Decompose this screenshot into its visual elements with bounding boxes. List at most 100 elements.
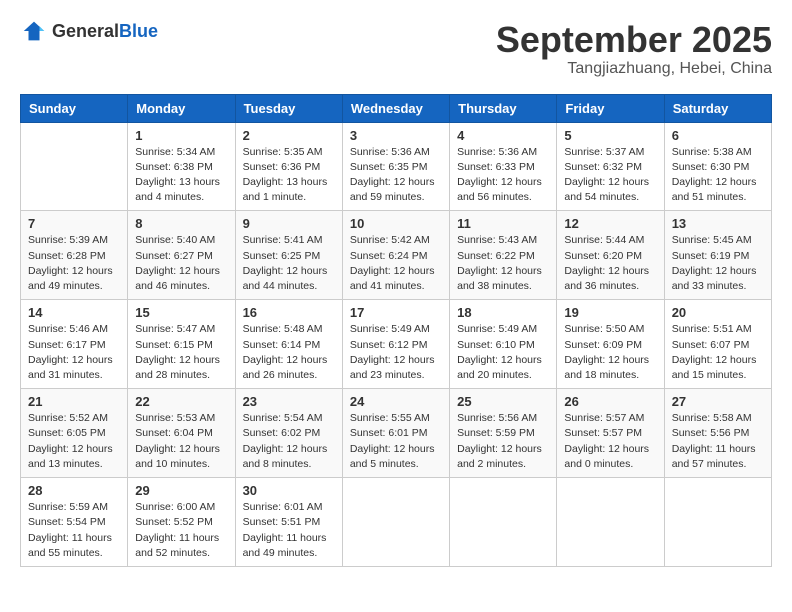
day-number: 8 — [135, 216, 227, 231]
day-info: Sunrise: 5:34 AMSunset: 6:38 PMDaylight:… — [135, 145, 227, 206]
header-row: Sunday Monday Tuesday Wednesday Thursday… — [21, 94, 772, 122]
day-number: 18 — [457, 305, 549, 320]
day-info: Sunrise: 5:49 AMSunset: 6:12 PMDaylight:… — [350, 322, 442, 383]
calendar-cell: 18 Sunrise: 5:49 AMSunset: 6:10 PMDayligh… — [450, 300, 557, 389]
month-title: September 2025 — [496, 20, 772, 60]
calendar-cell: 1 Sunrise: 5:34 AMSunset: 6:38 PMDaylight… — [128, 122, 235, 211]
calendar-cell: 4Sunrise: 5:36 AMSunset: 6:33 PMDaylight… — [450, 122, 557, 211]
day-info: Sunrise: 6:00 AMSunset: 5:52 PMDaylight:… — [135, 500, 227, 561]
day-number: 23 — [243, 394, 335, 409]
day-info: Sunrise: 6:01 AMSunset: 5:51 PMDaylight:… — [243, 500, 335, 561]
day-number: 1 — [135, 128, 227, 143]
day-number: 2 — [243, 128, 335, 143]
day-number: 17 — [350, 305, 442, 320]
day-number: 15 — [135, 305, 227, 320]
week-row-4: 21 Sunrise: 5:52 AMSunset: 6:05 PMDayligh… — [21, 389, 772, 478]
day-info: Sunrise: 5:38 AMSunset: 6:30 PMDaylight:… — [672, 145, 764, 206]
calendar-cell: 23 Sunrise: 5:54 AMSunset: 6:02 PMDayligh… — [235, 389, 342, 478]
day-info: Sunrise: 5:54 AMSunset: 6:02 PMDaylight:… — [243, 411, 335, 472]
calendar-cell — [557, 478, 664, 567]
calendar-cell: 25 Sunrise: 5:56 AMSunset: 5:59 PMDayligh… — [450, 389, 557, 478]
col-wednesday: Wednesday — [342, 94, 449, 122]
week-row-2: 7Sunrise: 5:39 AMSunset: 6:28 PMDaylight… — [21, 211, 772, 300]
col-thursday: Thursday — [450, 94, 557, 122]
col-monday: Monday — [128, 94, 235, 122]
calendar-cell: 12Sunrise: 5:44 AMSunset: 6:20 PMDayligh… — [557, 211, 664, 300]
calendar-cell: 5 Sunrise: 5:37 AMSunset: 6:32 PMDaylight… — [557, 122, 664, 211]
calendar-cell: 13 Sunrise: 5:45 AMSunset: 6:19 PMDayligh… — [664, 211, 771, 300]
week-row-1: 1 Sunrise: 5:34 AMSunset: 6:38 PMDaylight… — [21, 122, 772, 211]
header: General Blue September 2025 Tangjiazhuan… — [20, 20, 772, 78]
day-number: 16 — [243, 305, 335, 320]
calendar-cell: 21 Sunrise: 5:52 AMSunset: 6:05 PMDayligh… — [21, 389, 128, 478]
day-info: Sunrise: 5:46 AMSunset: 6:17 PMDaylight:… — [28, 322, 120, 383]
calendar-cell: 27 Sunrise: 5:58 AMSunset: 5:56 PMDayligh… — [664, 389, 771, 478]
logo-blue: Blue — [119, 22, 158, 40]
day-number: 5 — [564, 128, 656, 143]
day-info: Sunrise: 5:40 AMSunset: 6:27 PMDaylight:… — [135, 233, 227, 294]
day-number: 24 — [350, 394, 442, 409]
day-number: 22 — [135, 394, 227, 409]
day-number: 14 — [28, 305, 120, 320]
calendar-cell: 24 Sunrise: 5:55 AMSunset: 6:01 PMDayligh… — [342, 389, 449, 478]
day-info: Sunrise: 5:47 AMSunset: 6:15 PMDaylight:… — [135, 322, 227, 383]
day-number: 4 — [457, 128, 549, 143]
col-sunday: Sunday — [21, 94, 128, 122]
logo: General Blue — [20, 20, 158, 42]
calendar-cell: 6 Sunrise: 5:38 AMSunset: 6:30 PMDaylight… — [664, 122, 771, 211]
calendar-cell: 9Sunrise: 5:41 AMSunset: 6:25 PMDaylight… — [235, 211, 342, 300]
day-number: 28 — [28, 483, 120, 498]
day-number: 29 — [135, 483, 227, 498]
day-number: 3 — [350, 128, 442, 143]
calendar-cell — [450, 478, 557, 567]
logo-general: General — [52, 22, 119, 40]
day-info: Sunrise: 5:58 AMSunset: 5:56 PMDaylight:… — [672, 411, 764, 472]
logo-text: General Blue — [52, 22, 158, 40]
day-info: Sunrise: 5:56 AMSunset: 5:59 PMDaylight:… — [457, 411, 549, 472]
day-number: 30 — [243, 483, 335, 498]
day-info: Sunrise: 5:59 AMSunset: 5:54 PMDaylight:… — [28, 500, 120, 561]
day-info: Sunrise: 5:37 AMSunset: 6:32 PMDaylight:… — [564, 145, 656, 206]
calendar-cell: 8 Sunrise: 5:40 AMSunset: 6:27 PMDaylight… — [128, 211, 235, 300]
day-number: 26 — [564, 394, 656, 409]
day-number: 13 — [672, 216, 764, 231]
day-number: 6 — [672, 128, 764, 143]
day-info: Sunrise: 5:48 AMSunset: 6:14 PMDaylight:… — [243, 322, 335, 383]
calendar-cell: 17 Sunrise: 5:49 AMSunset: 6:12 PMDayligh… — [342, 300, 449, 389]
day-info: Sunrise: 5:42 AMSunset: 6:24 PMDaylight:… — [350, 233, 442, 294]
day-number: 20 — [672, 305, 764, 320]
day-info: Sunrise: 5:49 AMSunset: 6:10 PMDaylight:… — [457, 322, 549, 383]
location-title: Tangjiazhuang, Hebei, China — [496, 60, 772, 78]
day-info: Sunrise: 5:35 AMSunset: 6:36 PMDaylight:… — [243, 145, 335, 206]
calendar-cell: 26 Sunrise: 5:57 AMSunset: 5:57 PMDayligh… — [557, 389, 664, 478]
calendar-cell: 28 Sunrise: 5:59 AMSunset: 5:54 PMDayligh… — [21, 478, 128, 567]
day-number: 12 — [564, 216, 656, 231]
week-row-5: 28 Sunrise: 5:59 AMSunset: 5:54 PMDayligh… — [21, 478, 772, 567]
day-info: Sunrise: 5:55 AMSunset: 6:01 PMDaylight:… — [350, 411, 442, 472]
day-info: Sunrise: 5:43 AMSunset: 6:22 PMDaylight:… — [457, 233, 549, 294]
col-friday: Friday — [557, 94, 664, 122]
day-number: 25 — [457, 394, 549, 409]
calendar-cell — [342, 478, 449, 567]
calendar-cell: 30 Sunrise: 6:01 AMSunset: 5:51 PMDayligh… — [235, 478, 342, 567]
day-info: Sunrise: 5:50 AMSunset: 6:09 PMDaylight:… — [564, 322, 656, 383]
day-info: Sunrise: 5:57 AMSunset: 5:57 PMDaylight:… — [564, 411, 656, 472]
col-tuesday: Tuesday — [235, 94, 342, 122]
day-number: 9 — [243, 216, 335, 231]
day-number: 7 — [28, 216, 120, 231]
day-info: Sunrise: 5:51 AMSunset: 6:07 PMDaylight:… — [672, 322, 764, 383]
logo-icon — [20, 20, 48, 42]
day-info: Sunrise: 5:52 AMSunset: 6:05 PMDaylight:… — [28, 411, 120, 472]
day-number: 21 — [28, 394, 120, 409]
calendar-cell: 16 Sunrise: 5:48 AMSunset: 6:14 PMDayligh… — [235, 300, 342, 389]
day-number: 27 — [672, 394, 764, 409]
day-info: Sunrise: 5:45 AMSunset: 6:19 PMDaylight:… — [672, 233, 764, 294]
calendar-cell: 10 Sunrise: 5:42 AMSunset: 6:24 PMDayligh… — [342, 211, 449, 300]
calendar-cell: 2 Sunrise: 5:35 AMSunset: 6:36 PMDaylight… — [235, 122, 342, 211]
calendar-body: 1 Sunrise: 5:34 AMSunset: 6:38 PMDaylight… — [21, 122, 772, 566]
day-number: 11 — [457, 216, 549, 231]
day-number: 10 — [350, 216, 442, 231]
calendar-cell: 3Sunrise: 5:36 AMSunset: 6:35 PMDaylight… — [342, 122, 449, 211]
calendar-cell: 11 Sunrise: 5:43 AMSunset: 6:22 PMDayligh… — [450, 211, 557, 300]
col-saturday: Saturday — [664, 94, 771, 122]
